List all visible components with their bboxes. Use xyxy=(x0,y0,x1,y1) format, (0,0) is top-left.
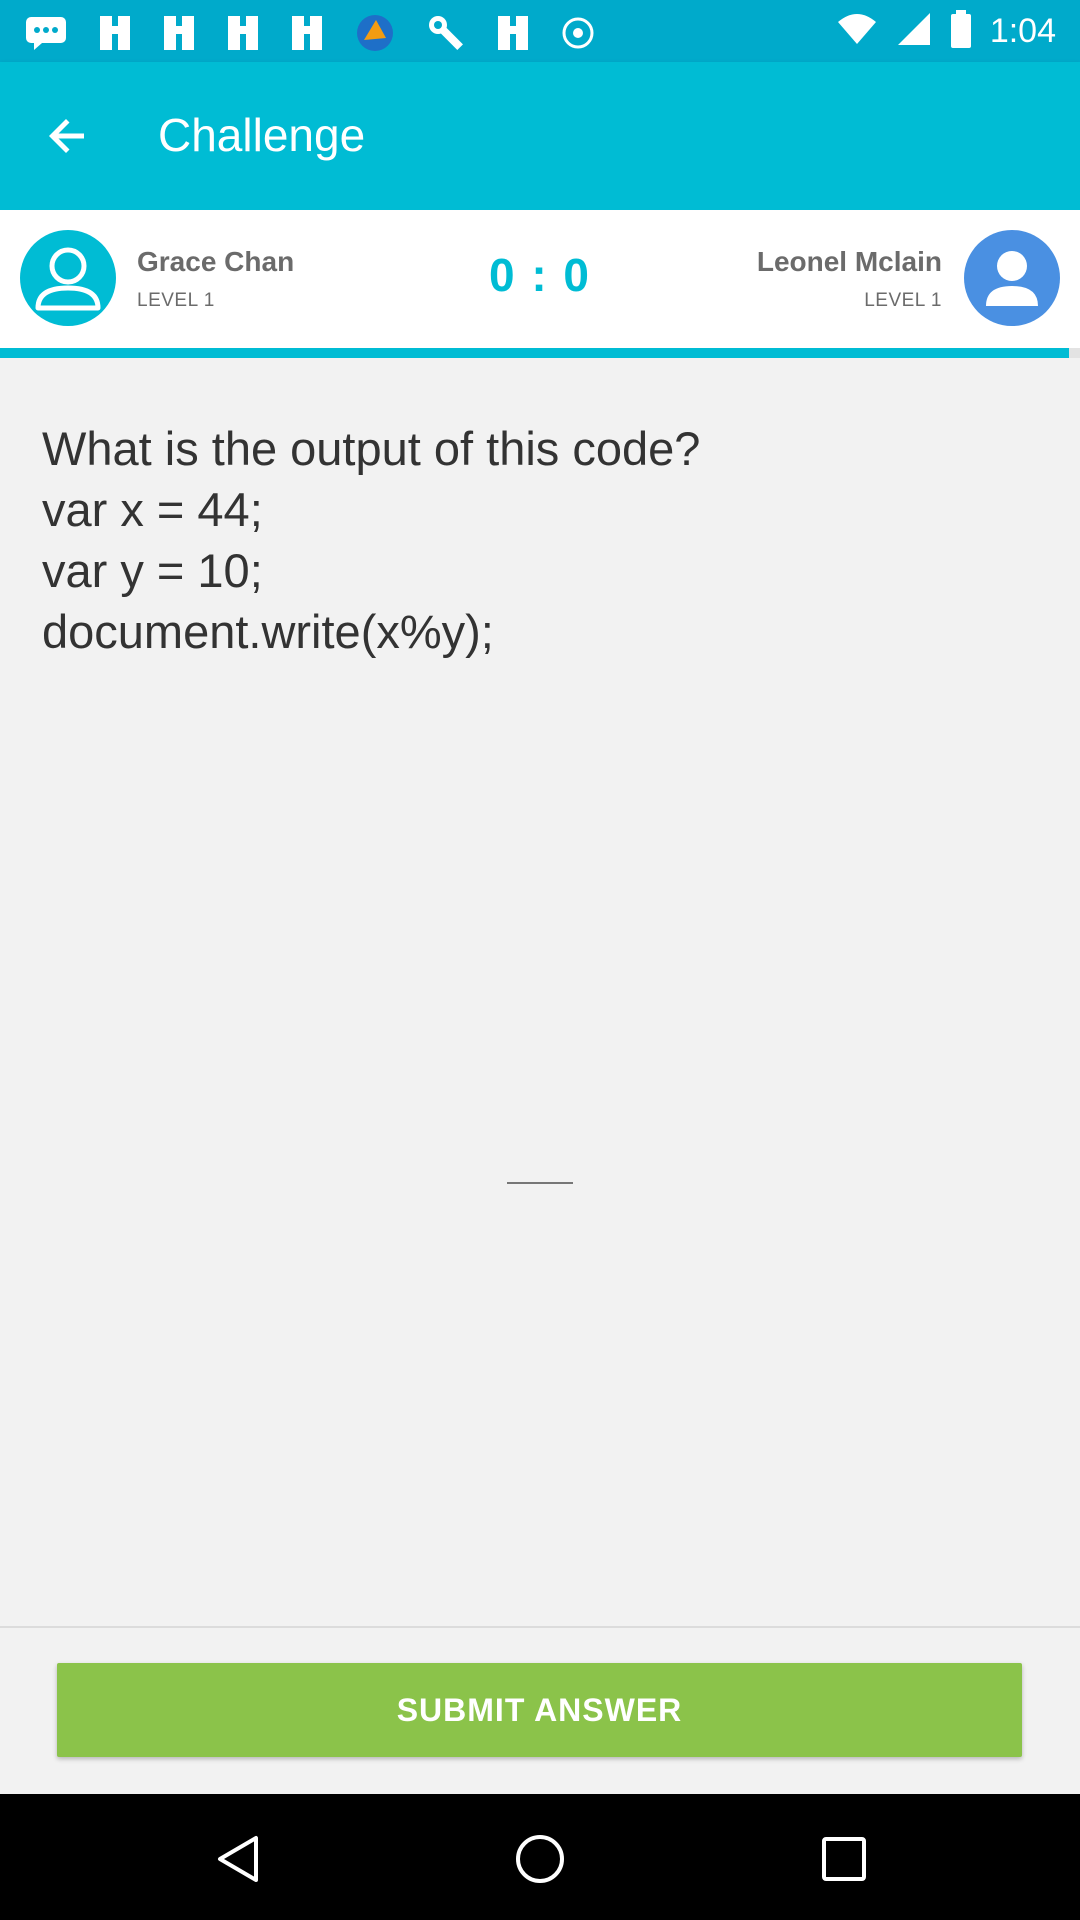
recents-square-icon xyxy=(822,1837,866,1881)
question-line: What is the output of this code? xyxy=(42,422,701,475)
arrow-back-icon xyxy=(49,119,84,153)
divider xyxy=(0,1626,1080,1628)
signal-icon xyxy=(896,11,932,52)
player-right-name: Leonel Mclain xyxy=(756,246,942,277)
player-right-level: LEVEL 1 xyxy=(864,290,942,311)
back-triangle-icon xyxy=(218,1836,258,1882)
answer-input[interactable] xyxy=(507,1182,573,1184)
sync-icon xyxy=(560,15,596,56)
navigation-bar xyxy=(0,1794,1080,1920)
bookmark-icon xyxy=(496,14,530,57)
nav-home-button[interactable] xyxy=(513,1832,567,1886)
question-text: What is the output of this code? var x =… xyxy=(42,418,1042,662)
battery-icon xyxy=(950,10,972,53)
code-line: var y = 10; xyxy=(42,544,263,597)
app-bar: Challenge xyxy=(0,62,1080,210)
person-icon xyxy=(986,251,1038,306)
code-line: var x = 44; xyxy=(42,483,263,536)
bookmark-icon xyxy=(162,14,196,57)
bookmark-icon xyxy=(226,14,260,57)
system-status: 1:04 xyxy=(836,10,1056,53)
back-button[interactable] xyxy=(32,100,104,172)
nav-recents-button[interactable] xyxy=(817,1832,871,1886)
timer-progress-fill xyxy=(0,348,1070,358)
page-title: Challenge xyxy=(158,109,366,161)
status-clock: 1:04 xyxy=(989,12,1056,50)
messages-icon xyxy=(24,15,68,56)
notification-icons xyxy=(24,12,596,59)
timer-progress-bar xyxy=(0,348,1080,358)
player-right-avatar[interactable] xyxy=(964,230,1060,326)
wrench-icon xyxy=(426,13,466,58)
wifi-icon xyxy=(836,12,878,51)
home-circle-icon xyxy=(516,1835,564,1883)
code-line: document.write(x%y); xyxy=(42,605,494,658)
submit-answer-button[interactable]: SUBMIT ANSWER xyxy=(57,1663,1022,1757)
bookmark-icon xyxy=(290,14,324,57)
players-panel: Grace Chan LEVEL 1 0 : 0 Leonel Mclain L… xyxy=(0,210,1080,348)
bookmark-icon xyxy=(98,14,132,57)
nav-back-button[interactable] xyxy=(212,1832,266,1886)
app-icon xyxy=(354,12,396,59)
status-bar: 1:04 xyxy=(0,0,1080,62)
